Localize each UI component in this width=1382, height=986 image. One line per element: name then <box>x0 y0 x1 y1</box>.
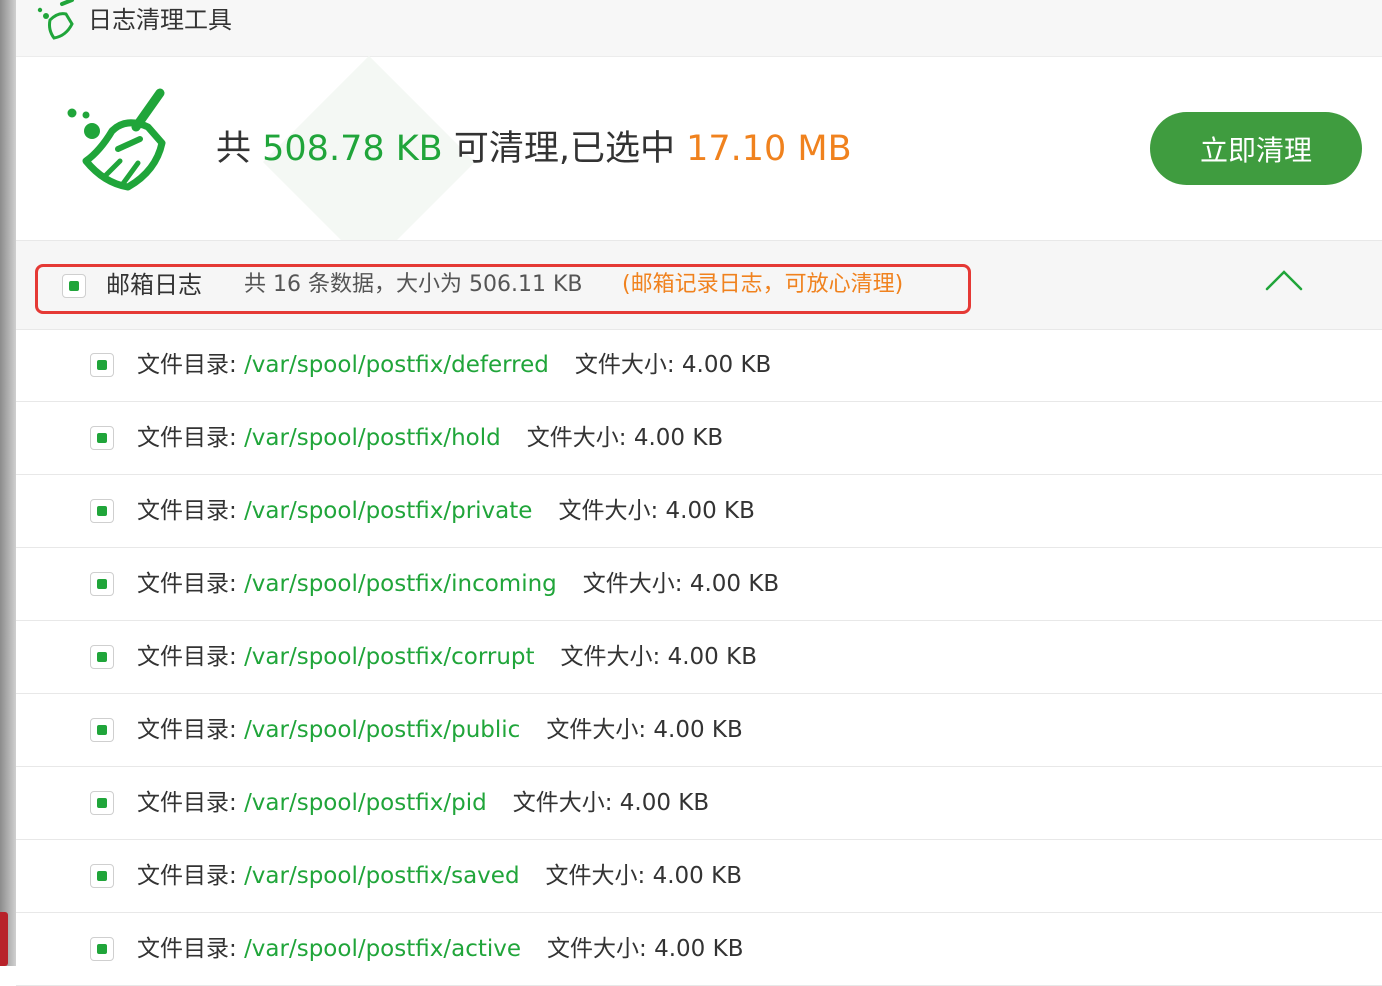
file-dir-label: 文件目录: <box>137 863 245 889</box>
file-size: 4.00 KB <box>653 717 743 743</box>
file-list: 文件目录: /var/spool/postfix/deferred 文件大小: 4… <box>16 329 1382 986</box>
file-checkbox[interactable] <box>90 353 114 377</box>
file-size-label: 文件大小: <box>547 936 655 962</box>
file-dir-label: 文件目录: <box>137 936 245 962</box>
file-size-label: 文件大小: <box>512 790 620 816</box>
file-path: /var/spool/postfix/public <box>244 717 521 743</box>
file-size: 4.00 KB <box>665 498 755 524</box>
file-size: 4.00 KB <box>667 644 757 670</box>
file-size: 4.00 KB <box>681 352 772 378</box>
file-row[interactable]: 文件目录: /var/spool/postfix/public 文件大小: 4.0… <box>16 694 1382 767</box>
file-size: 4.00 KB <box>633 425 724 451</box>
file-path: /var/spool/postfix/deferred <box>244 352 549 378</box>
summary-prefix: 共 <box>216 129 263 169</box>
file-dir-label: 文件目录: <box>137 425 245 451</box>
file-dir-label: 文件目录: <box>137 571 245 597</box>
file-row[interactable]: 文件目录: /var/spool/postfix/active 文件大小: 4.0… <box>16 913 1382 986</box>
title-bar: 日志清理工具 <box>16 0 1382 57</box>
file-dir-label: 文件目录: <box>137 717 245 743</box>
file-path: /var/spool/postfix/incoming <box>244 571 557 597</box>
file-path: /var/spool/postfix/active <box>244 936 522 962</box>
mail-log-group-header[interactable]: 邮箱日志 共 16 条数据，大小为 506.11 KB (邮箱记录日志，可放心清… <box>16 240 1382 330</box>
file-dir-label: 文件目录: <box>137 790 245 816</box>
file-row[interactable]: 文件目录: /var/spool/postfix/deferred 文件大小: 4… <box>16 329 1382 402</box>
file-size: 4.00 KB <box>689 571 780 597</box>
background-window-tab <box>0 912 8 966</box>
file-dir-label: 文件目录: <box>137 498 245 524</box>
window-title: 日志清理工具 <box>88 6 232 34</box>
background-window-edge <box>0 0 16 966</box>
log-cleaner-panel: 日志清理工具 共 508.78 KB 可清理,已选中 17.10 MB 立即清理… <box>16 0 1382 986</box>
file-checkbox[interactable] <box>90 718 114 742</box>
file-checkbox[interactable] <box>90 426 114 450</box>
clean-now-button[interactable]: 立即清理 <box>1150 112 1362 185</box>
file-checkbox[interactable] <box>90 572 114 596</box>
file-size-label: 文件大小: <box>558 498 666 524</box>
group-name: 邮箱日志 <box>106 271 202 299</box>
file-size-label: 文件大小: <box>574 352 682 378</box>
summary-middle: 可清理,已选中 <box>442 129 687 169</box>
file-dir-label: 文件目录: <box>137 644 245 670</box>
file-row[interactable]: 文件目录: /var/spool/postfix/pid 文件大小: 4.00 K… <box>16 767 1382 840</box>
group-info: 共 16 条数据，大小为 506.11 KB <box>244 272 583 297</box>
group-note: (邮箱记录日志，可放心清理) <box>622 272 904 297</box>
file-dir-label: 文件目录: <box>137 352 245 378</box>
file-row[interactable]: 文件目录: /var/spool/postfix/corrupt 文件大小: 4.… <box>16 621 1382 694</box>
file-path: /var/spool/postfix/pid <box>244 790 487 816</box>
broom-icon <box>37 0 74 40</box>
file-path: /var/spool/postfix/hold <box>244 425 501 451</box>
file-size-label: 文件大小: <box>545 863 653 889</box>
file-checkbox[interactable] <box>90 645 114 669</box>
file-checkbox[interactable] <box>90 791 114 815</box>
broom-icon <box>67 88 166 191</box>
file-size-label: 文件大小: <box>560 644 668 670</box>
cleanable-summary: 共 508.78 KB 可清理,已选中 17.10 MB <box>216 123 852 175</box>
total-cleanable-size: 508.78 KB <box>262 129 443 169</box>
group-checkbox[interactable] <box>62 274 86 298</box>
file-row[interactable]: 文件目录: /var/spool/postfix/private 文件大小: 4.… <box>16 475 1382 548</box>
file-size-label: 文件大小: <box>526 425 634 451</box>
chevron-up-icon[interactable] <box>1264 267 1304 293</box>
summary-section: 共 508.78 KB 可清理,已选中 17.10 MB 立即清理 <box>16 55 1382 269</box>
file-size: 4.00 KB <box>652 863 742 889</box>
file-checkbox[interactable] <box>90 499 114 523</box>
file-checkbox[interactable] <box>90 937 114 961</box>
file-row[interactable]: 文件目录: /var/spool/postfix/saved 文件大小: 4.00… <box>16 840 1382 913</box>
file-size-label: 文件大小: <box>546 717 654 743</box>
file-path: /var/spool/postfix/private <box>244 498 533 524</box>
file-row[interactable]: 文件目录: /var/spool/postfix/hold 文件大小: 4.00 … <box>16 402 1382 475</box>
file-path: /var/spool/postfix/saved <box>244 863 520 889</box>
file-size: 4.00 KB <box>619 790 710 816</box>
selected-size: 17.10 MB <box>686 129 852 169</box>
file-path: /var/spool/postfix/corrupt <box>244 644 535 670</box>
file-row[interactable]: 文件目录: /var/spool/postfix/incoming 文件大小: 4… <box>16 548 1382 621</box>
file-size: 4.00 KB <box>654 936 744 962</box>
file-checkbox[interactable] <box>90 864 114 888</box>
file-size-label: 文件大小: <box>582 571 690 597</box>
